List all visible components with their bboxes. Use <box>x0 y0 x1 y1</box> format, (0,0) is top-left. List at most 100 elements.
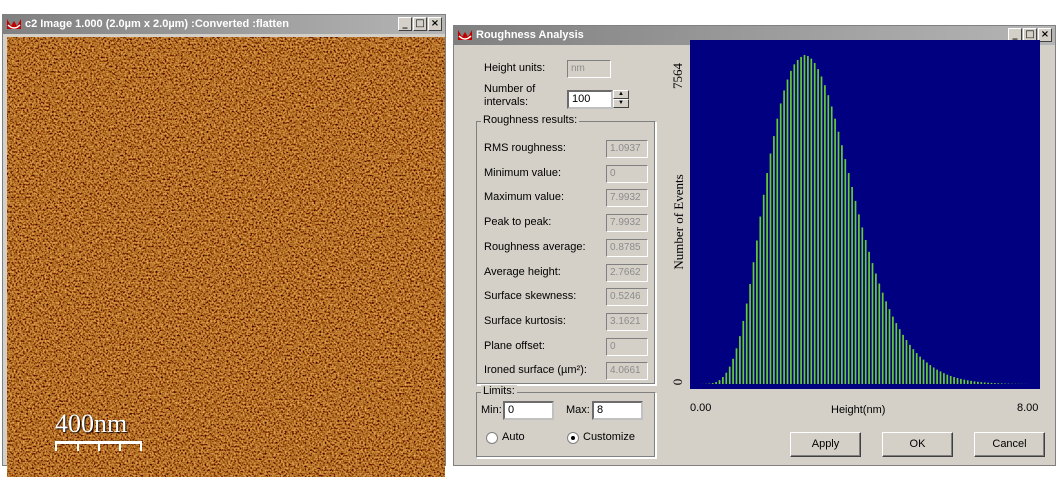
histogram-bar <box>950 376 952 384</box>
image-window-title: c2 Image 1.000 (2.0µm x 2.0µm) :Converte… <box>25 15 289 34</box>
histogram-bar <box>892 317 894 384</box>
result-value-field: 1.0937 <box>606 140 648 158</box>
histogram-bar <box>875 274 877 384</box>
histogram-bar <box>848 173 850 384</box>
intervals-label: Number of <box>484 83 535 95</box>
height-units-field: nm <box>567 60 611 78</box>
image-window: c2 Image 1.000 (2.0µm x 2.0µm) :Converte… <box>2 14 446 466</box>
histogram-bar <box>749 284 751 384</box>
customize-label[interactable]: Customize <box>583 431 635 443</box>
apply-button[interactable]: Apply <box>790 432 861 457</box>
histogram-bar <box>960 379 962 384</box>
y-axis-min-label: 0 <box>670 362 686 402</box>
intervals-input[interactable]: 100 <box>567 90 613 109</box>
limits-min-input[interactable]: 0 <box>503 401 554 420</box>
result-label: Roughness average: <box>484 241 586 253</box>
ok-button[interactable]: OK <box>882 432 953 457</box>
result-label: Peak to peak: <box>484 216 551 228</box>
stepper-up-icon[interactable]: ▲ <box>613 90 629 99</box>
cancel-button[interactable]: Cancel <box>974 432 1045 457</box>
histogram-bar <box>810 59 812 384</box>
histogram-bar <box>790 71 792 384</box>
scale-bar-tick <box>98 441 100 451</box>
histogram-bar <box>909 345 911 384</box>
histogram-bar <box>882 293 884 384</box>
result-label: Surface kurtosis: <box>484 315 566 327</box>
result-label: Maximum value: <box>484 191 564 203</box>
histogram-bar <box>851 187 853 384</box>
histogram-bar <box>889 309 891 384</box>
histogram-bar <box>844 159 846 384</box>
histogram-bar <box>814 63 816 384</box>
histogram-bar <box>861 227 863 384</box>
roughness-window-title: Roughness Analysis <box>476 26 584 45</box>
histogram-bar <box>933 367 935 384</box>
histogram-bar <box>994 383 996 384</box>
histogram-bar <box>858 214 860 384</box>
histogram-bar <box>763 195 765 384</box>
result-value-field: 0.5246 <box>606 288 648 306</box>
histogram-bar <box>967 380 969 384</box>
histogram-bar <box>943 373 945 384</box>
roughness-results-title: Roughness results: <box>481 114 579 126</box>
result-value-field: 0 <box>606 165 648 183</box>
histogram-bar <box>963 380 965 384</box>
customize-radio[interactable] <box>567 432 579 444</box>
limits-title: Limits: <box>481 385 517 397</box>
scale-bar-label: 400nm <box>55 409 127 439</box>
histogram-bar <box>817 69 819 384</box>
histogram-bar <box>756 240 758 384</box>
histogram-bar <box>946 375 948 384</box>
histogram-bar <box>838 132 840 384</box>
app-logo-icon <box>457 28 473 42</box>
result-value-field: 7.9932 <box>606 214 648 232</box>
auto-label[interactable]: Auto <box>502 431 525 443</box>
scale-bar-tick <box>119 441 121 451</box>
histogram-bar <box>841 145 843 384</box>
histogram-bar <box>729 367 731 384</box>
result-value-field: 0.8785 <box>606 239 648 257</box>
histogram-bar <box>980 382 982 384</box>
auto-radio[interactable] <box>486 432 498 444</box>
histogram-bar <box>872 263 874 384</box>
afm-height-image[interactable]: 400nm <box>7 37 445 477</box>
histogram-bar <box>912 349 914 384</box>
histogram-bar <box>824 85 826 384</box>
maximize-button[interactable]: □ <box>413 17 427 31</box>
histogram-bar <box>919 357 921 384</box>
histogram-bar <box>712 383 714 384</box>
y-axis-label: Number of Events <box>671 162 687 282</box>
result-value-field: 3.1621 <box>606 313 648 331</box>
histogram-bar <box>997 383 999 384</box>
histogram-bar <box>834 119 836 384</box>
stepper-down-icon[interactable]: ▼ <box>613 99 629 108</box>
limits-max-input[interactable]: 8 <box>592 401 643 420</box>
image-window-titlebar[interactable]: c2 Image 1.000 (2.0µm x 2.0µm) :Converte… <box>3 15 445 34</box>
histogram-bar <box>753 262 755 384</box>
result-value-field: 2.7662 <box>606 264 648 282</box>
histogram-bar <box>766 173 768 384</box>
histogram-bar <box>783 90 785 384</box>
limits-min-label: Min: <box>481 404 502 416</box>
close-button[interactable]: × <box>1038 28 1052 42</box>
intervals-stepper[interactable]: ▲ ▼ <box>613 90 629 109</box>
histogram-bar <box>868 252 870 384</box>
close-button[interactable]: × <box>428 17 442 31</box>
histogram-bar <box>821 76 823 384</box>
histogram-bar <box>974 381 976 384</box>
histogram-bar <box>770 153 772 384</box>
minimize-button[interactable]: _ <box>398 17 412 31</box>
histogram-bar <box>780 103 782 384</box>
histogram-bar <box>719 380 721 384</box>
histogram-bar <box>987 383 989 384</box>
result-label: Average height: <box>484 266 561 278</box>
result-value-field: 7.9932 <box>606 189 648 207</box>
histogram-bar <box>936 370 938 384</box>
scale-bar-tick <box>77 441 79 451</box>
histogram-bar <box>940 371 942 384</box>
histogram-chart <box>690 40 1040 389</box>
intervals-label-2: intervals: <box>484 96 528 108</box>
histogram-bar <box>895 323 897 384</box>
histogram-bar <box>759 217 761 384</box>
histogram-bar <box>929 365 931 384</box>
